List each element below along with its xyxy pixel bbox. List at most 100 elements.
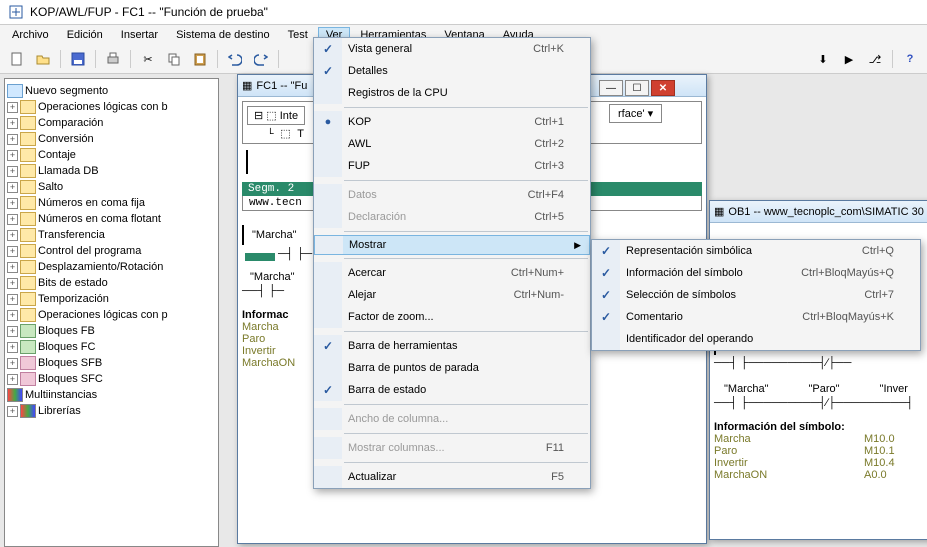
folder-icon xyxy=(20,276,36,290)
expander-icon[interactable]: + xyxy=(7,118,18,129)
menu-item-vista-general[interactable]: ✓Vista generalCtrl+K xyxy=(314,38,590,60)
tree-item[interactable]: + Bloques SFC xyxy=(7,371,216,387)
expander-icon[interactable]: + xyxy=(7,310,18,321)
menu-item-selecci-n-de-s-mbolos[interactable]: ✓Selección de símbolosCtrl+7 xyxy=(592,284,920,306)
menu-item-alejar[interactable]: AlejarCtrl+Num- xyxy=(314,284,590,306)
menu-edición[interactable]: Edición xyxy=(59,27,111,43)
tree-item[interactable]: + Operaciones lógicas con b xyxy=(7,99,216,115)
tree-item-label: Contaje xyxy=(38,149,76,161)
expander-icon[interactable]: + xyxy=(7,150,18,161)
expander-icon[interactable]: + xyxy=(7,102,18,113)
expander-icon[interactable]: + xyxy=(7,182,18,193)
expander-icon[interactable]: + xyxy=(7,198,18,209)
maximize-button[interactable]: ☐ xyxy=(625,80,649,96)
menu-test[interactable]: Test xyxy=(280,27,316,43)
ob1-titlebar[interactable]: ▦ OB1 -- www_tecnoplc_com\SIMATIC 30 xyxy=(710,201,927,223)
menu-item-detalles[interactable]: ✓Detalles xyxy=(314,60,590,82)
tree-item[interactable]: + Librerías xyxy=(7,403,216,419)
menu-item-factor-de-zoom-[interactable]: Factor de zoom... xyxy=(314,306,590,328)
tree-item[interactable]: Multiinstancias xyxy=(7,387,216,403)
tree-item[interactable]: + Operaciones lógicas con p xyxy=(7,307,216,323)
menu-item-label: Datos xyxy=(348,189,498,201)
redo-icon[interactable] xyxy=(250,48,272,70)
symbol-info-header: Información del símbolo: xyxy=(714,421,927,433)
expander-icon[interactable]: + xyxy=(7,342,18,353)
menu-item-mostrar[interactable]: Mostrar▶ xyxy=(314,235,590,255)
menu-item-acercar[interactable]: AcercarCtrl+Num+ xyxy=(314,262,590,284)
menu-item-barra-de-estado[interactable]: ✓Barra de estado xyxy=(314,379,590,401)
expander-icon[interactable]: + xyxy=(7,294,18,305)
tree-item[interactable]: + Control del programa xyxy=(7,243,216,259)
tree-item[interactable]: + Desplazamiento/Rotación xyxy=(7,259,216,275)
download-icon[interactable]: ⬇ xyxy=(812,48,834,70)
ver-menu: ✓Vista generalCtrl+K✓DetallesRegistros d… xyxy=(313,37,591,489)
expander-icon[interactable]: + xyxy=(7,214,18,225)
tree-item[interactable]: + Números en coma fija xyxy=(7,195,216,211)
branch-icon[interactable]: ⎇ xyxy=(864,48,886,70)
expander-icon[interactable]: + xyxy=(7,278,18,289)
tree-item[interactable]: + Temporización xyxy=(7,291,216,307)
menu-item-kop[interactable]: ●KOPCtrl+1 xyxy=(314,111,590,133)
tree-item[interactable]: + Bloques SFB xyxy=(7,355,216,371)
expander-icon[interactable]: + xyxy=(7,326,18,337)
help-icon[interactable]: ? xyxy=(899,48,921,70)
menu-item-label: KOP xyxy=(348,116,504,128)
menu-item-registros-de-la-cpu[interactable]: Registros de la CPU xyxy=(314,82,590,104)
expander-icon[interactable]: + xyxy=(7,374,18,385)
menu-sistema-de-destino[interactable]: Sistema de destino xyxy=(168,27,278,43)
tree-item[interactable]: + Números en coma flotant xyxy=(7,211,216,227)
expander-icon[interactable]: + xyxy=(7,230,18,241)
expander-icon[interactable]: + xyxy=(7,406,18,417)
interface-header: ⊟ ⬚ Inte xyxy=(247,106,305,125)
folder-icon xyxy=(20,292,36,306)
menu-item-informaci-n-del-s-mbolo[interactable]: ✓Información del símboloCtrl+BloqMayús+Q xyxy=(592,262,920,284)
tree-item[interactable]: + Conversión xyxy=(7,131,216,147)
menu-archivo[interactable]: Archivo xyxy=(4,27,57,43)
check-icon: ✓ xyxy=(601,266,611,280)
menu-item-awl[interactable]: AWLCtrl+2 xyxy=(314,133,590,155)
run-arrow-icon[interactable]: ▶ xyxy=(838,48,860,70)
tree-item[interactable]: + Bloques FB xyxy=(7,323,216,339)
menu-item-identificador-del-operando[interactable]: Identificador del operando xyxy=(592,328,920,350)
symbol-row: ParoM10.1 xyxy=(714,445,927,457)
menu-insertar[interactable]: Insertar xyxy=(113,27,166,43)
copy-icon[interactable] xyxy=(163,48,185,70)
menu-item-barra-de-puntos-de-parada[interactable]: Barra de puntos de parada xyxy=(314,357,590,379)
folder-icon xyxy=(20,100,36,114)
tree-item[interactable]: + Llamada DB xyxy=(7,163,216,179)
tree-item[interactable]: + Comparación xyxy=(7,115,216,131)
print-icon[interactable] xyxy=(102,48,124,70)
tree-item[interactable]: + Transferencia xyxy=(7,227,216,243)
tree-item[interactable]: + Salto xyxy=(7,179,216,195)
shortcut-label: Ctrl+5 xyxy=(534,211,564,223)
menu-item-label: Declaración xyxy=(348,211,504,223)
cut-icon[interactable]: ✂ xyxy=(137,48,159,70)
tree-item[interactable]: + Contaje xyxy=(7,147,216,163)
expander-icon[interactable]: + xyxy=(7,358,18,369)
menu-item-comentario[interactable]: ✓ComentarioCtrl+BloqMayús+K xyxy=(592,306,920,328)
tree-item-label: Operaciones lógicas con p xyxy=(38,309,168,321)
interface-dropdown[interactable]: rface' ▾ xyxy=(609,104,662,123)
expander-icon[interactable]: + xyxy=(7,134,18,145)
minimize-button[interactable]: — xyxy=(599,80,623,96)
shortcut-label: Ctrl+K xyxy=(533,43,564,55)
save-icon[interactable] xyxy=(67,48,89,70)
menu-item-label: Identificador del operando xyxy=(626,333,894,345)
shortcut-label: Ctrl+7 xyxy=(864,289,894,301)
undo-icon[interactable] xyxy=(224,48,246,70)
tree-item[interactable]: + Bloques FC xyxy=(7,339,216,355)
tree-item[interactable]: Nuevo segmento xyxy=(7,83,216,99)
menu-item-barra-de-herramientas[interactable]: ✓Barra de herramientas xyxy=(314,335,590,357)
expander-icon[interactable]: + xyxy=(7,262,18,273)
expander-icon[interactable]: + xyxy=(7,166,18,177)
close-button[interactable]: ✕ xyxy=(651,80,675,96)
menu-item-representaci-n-simb-lica[interactable]: ✓Representación simbólicaCtrl+Q xyxy=(592,240,920,262)
expander-icon[interactable]: + xyxy=(7,246,18,257)
folder-icon xyxy=(20,196,36,210)
paste-icon[interactable] xyxy=(189,48,211,70)
menu-item-actualizar[interactable]: ActualizarF5 xyxy=(314,466,590,488)
new-icon[interactable] xyxy=(6,48,28,70)
tree-item[interactable]: + Bits de estado xyxy=(7,275,216,291)
open-icon[interactable] xyxy=(32,48,54,70)
menu-item-fup[interactable]: FUPCtrl+3 xyxy=(314,155,590,177)
